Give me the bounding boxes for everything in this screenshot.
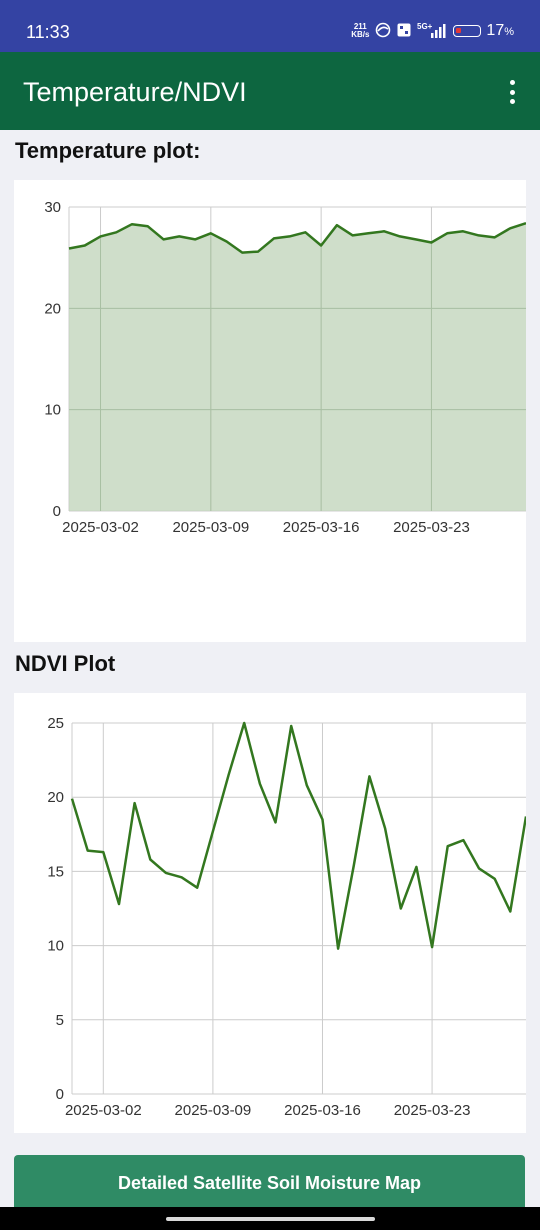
link-icon [374, 22, 392, 41]
temp-y-tick-label: 20 [44, 300, 61, 317]
ndvi-y-tick-label: 15 [47, 863, 64, 880]
ndvi-y-tick-label: 25 [47, 715, 64, 732]
more-vert-icon[interactable] [508, 80, 516, 104]
navigation-bar [0, 1207, 540, 1230]
home-gesture-handle[interactable] [166, 1217, 375, 1221]
ndvi-chart: 0 5 10 15 20 25 2025-03-02 2025-03-09 2025-03-16… [47, 715, 526, 1119]
ndvi-y-tick-label: 10 [47, 938, 64, 955]
ndvi-y-tick-label: 5 [56, 1012, 64, 1029]
ndvi-chart-card: 0 5 10 15 20 25 2025-03-02 2025-03-09 2025-03-16… [14, 693, 526, 1133]
temp-area-fill [69, 223, 526, 511]
ndvi-y-tick-label: 20 [47, 789, 64, 806]
net-speed: 211 KB/s [351, 23, 369, 39]
battery-percent: 17% [486, 22, 514, 39]
temperature-chart-card: 0 10 20 30 2025-03-02 2025-03-09 2025-03-16 202… [14, 180, 526, 642]
temp-y-tick-label: 10 [44, 402, 61, 419]
app-title: Temperature/NDVI [23, 77, 247, 107]
temp-x-tick-label: 2025-03-02 [62, 519, 139, 536]
temperature-chart: 0 10 20 30 2025-03-02 2025-03-09 2025-03-16 202… [44, 199, 526, 536]
net-speed-unit: KB/s [351, 30, 370, 39]
ndvi-x-tick-label: 2025-03-09 [175, 1102, 252, 1119]
temp-y-tick-label: 0 [53, 503, 61, 520]
status-bar: 11:33 211 KB/s 5G+ 17% [0, 0, 540, 52]
signal-icon: 5G+ [416, 21, 448, 42]
ndvi-x-tick-label: 2025-03-23 [394, 1102, 471, 1119]
ndvi-x-tick-label: 2025-03-02 [65, 1102, 142, 1119]
ndvi-series-line [70, 721, 526, 950]
soil-moisture-map-button[interactable]: Detailed Satellite Soil Moisture Map [14, 1155, 525, 1213]
status-time: 11:33 [26, 22, 70, 42]
temp-x-tick-label: 2025-03-16 [283, 519, 360, 536]
ndvi-y-tick-label: 0 [56, 1086, 64, 1103]
app-bar: Temperature/NDVI [0, 52, 540, 130]
battery-icon [453, 25, 482, 37]
volte-icon [397, 23, 411, 40]
network-type: 5G+ [417, 22, 433, 31]
temp-y-tick-label: 30 [44, 199, 61, 216]
status-indicators: 211 KB/s 5G+ 17% [351, 21, 514, 41]
temperature-plot-title: Temperature plot: [15, 138, 201, 163]
temp-x-tick-label: 2025-03-23 [393, 519, 470, 536]
ndvi-plot-title: NDVI Plot [15, 651, 116, 676]
temp-x-tick-label: 2025-03-09 [172, 519, 249, 536]
ndvi-x-tick-label: 2025-03-16 [284, 1102, 361, 1119]
